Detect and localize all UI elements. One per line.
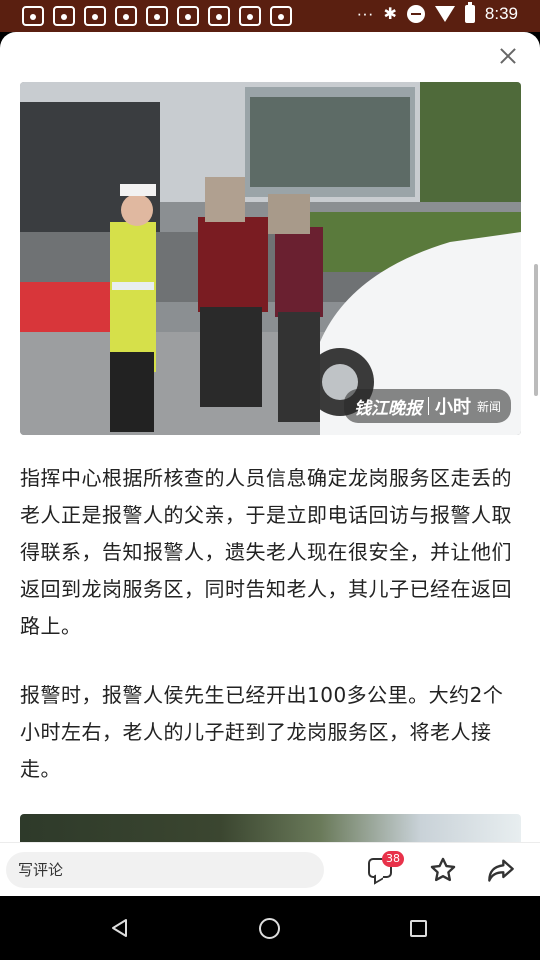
watermark-divider	[427, 397, 429, 415]
star-icon[interactable]	[429, 856, 457, 884]
clock: 8:39	[484, 4, 518, 23]
article-sheet: 钱江晚报 小时 新闻 指挥中心根据所核查的人员信息确定龙岗服务区走丢的老人正是报…	[0, 32, 540, 896]
battery-icon	[464, 2, 475, 23]
scrollbar[interactable]	[534, 264, 538, 396]
home-icon[interactable]	[259, 918, 280, 939]
comment-count-badge: 38	[382, 851, 404, 867]
share-icon[interactable]	[487, 857, 515, 883]
comment-input[interactable]: 写评论	[6, 852, 324, 888]
app-notification-icon	[146, 6, 168, 26]
watermark-outlet: 钱江晚报	[353, 398, 422, 419]
app-notification-icon	[270, 6, 292, 26]
app-notification-icon	[22, 6, 44, 26]
close-icon[interactable]	[496, 44, 520, 68]
app-notification-icon	[239, 6, 261, 26]
more-notifications-indicator: ···	[356, 4, 374, 23]
wifi-icon	[434, 6, 455, 22]
bluetooth-icon: ✱	[383, 6, 397, 23]
watermark-brand: 小时	[434, 397, 471, 418]
bottom-action-bar: 写评论 38	[0, 842, 540, 896]
recent-apps-icon[interactable]	[410, 920, 427, 937]
app-notification-icon	[84, 6, 106, 26]
do-not-disturb-icon	[406, 5, 425, 23]
app-notification-icon	[177, 6, 199, 26]
article-photo[interactable]: 钱江晚报 小时 新闻	[20, 82, 521, 435]
article-paragraph: 报警时，报警人侯先生已经开出100多公里。大约2个小时左右，老人的儿子赶到了龙岗…	[20, 683, 504, 781]
news-watermark: 钱江晚报 小时 新闻	[343, 389, 511, 423]
system-navigation-bar	[0, 896, 540, 960]
app-notification-icon	[208, 6, 230, 26]
status-indicators: ··· ✱ 8:39	[356, 2, 518, 24]
watermark-suffix: 新闻	[476, 399, 501, 414]
notification-icons	[22, 6, 292, 26]
app-notification-icon	[53, 6, 75, 26]
photo-scene	[20, 82, 521, 435]
status-bar: ··· ✱ 8:39	[0, 0, 540, 32]
back-icon[interactable]	[110, 918, 128, 938]
app-notification-icon	[115, 6, 137, 26]
article-paragraph: 指挥中心根据所核查的人员信息确定龙岗服务区走丢的老人正是报警人的父亲，于是立即电…	[20, 466, 512, 638]
